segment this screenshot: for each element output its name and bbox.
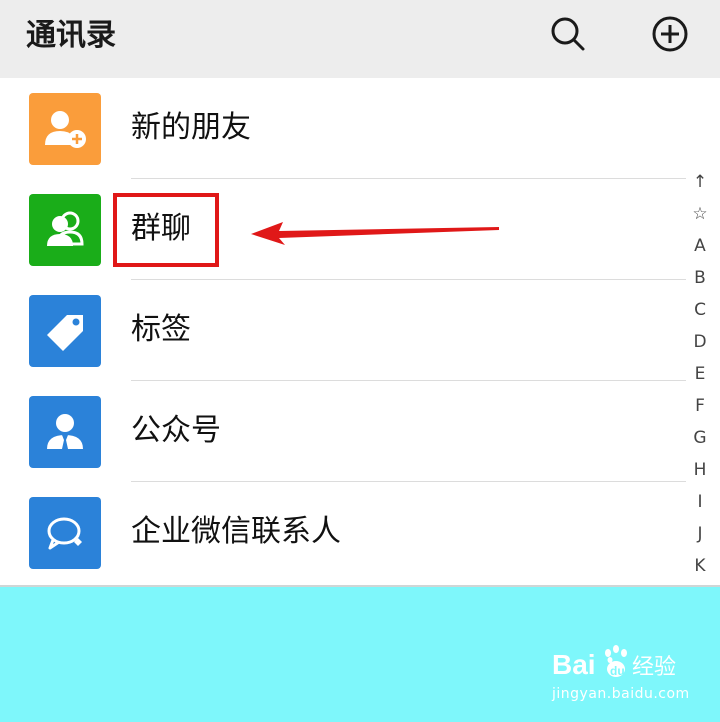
highlight-box [113, 193, 219, 267]
index-item-c[interactable]: C [686, 294, 714, 326]
group-chat-icon [29, 194, 101, 266]
index-item-j[interactable]: J [686, 518, 714, 550]
plus-circle-icon [652, 16, 688, 52]
menu-item-wecom-contacts[interactable]: 企业微信联系人 [0, 482, 686, 583]
baidu-jingyan-logo: Bai du 经验 [552, 645, 676, 680]
menu-item-label: 公众号 [131, 413, 221, 448]
contacts-menu-list: 新的朋友 群聊 标签 公众号 企业微信联系人 [0, 78, 720, 583]
svg-text:经验: 经验 [632, 655, 676, 680]
page-title: 通讯录 [26, 18, 116, 53]
menu-item-official-accounts[interactable]: 公众号 [0, 381, 686, 482]
menu-item-tags[interactable]: 标签 [0, 280, 686, 381]
watermark-url: jingyan.baidu.com [552, 686, 690, 702]
add-button[interactable] [651, 15, 689, 53]
work-chat-icon [29, 497, 101, 569]
index-item-k[interactable]: K [686, 550, 714, 582]
index-item-i[interactable]: I [686, 486, 714, 518]
svg-text:Bai: Bai [552, 649, 596, 680]
index-item-h[interactable]: H [686, 454, 714, 486]
tag-icon [29, 295, 101, 367]
index-item-e[interactable]: E [686, 358, 714, 390]
search-icon [551, 17, 585, 51]
index-item-a[interactable]: A [686, 230, 714, 262]
index-item-d[interactable]: D [686, 326, 714, 358]
index-item-f[interactable]: F [686, 390, 714, 422]
svg-text:du: du [610, 664, 625, 678]
menu-item-label: 新的朋友 [131, 110, 251, 145]
menu-item-label: 标签 [131, 312, 191, 347]
official-account-icon [29, 396, 101, 468]
menu-item-new-friends[interactable]: 新的朋友 [0, 78, 686, 179]
index-item-starred[interactable]: ☆ [686, 198, 714, 230]
search-button[interactable] [549, 15, 587, 53]
annotation-arrow-icon [251, 222, 499, 245]
index-item-g[interactable]: G [686, 422, 714, 454]
header-bar: 通讯录 [0, 0, 720, 78]
index-item-top[interactable]: ↑ [686, 166, 714, 198]
add-friend-icon [29, 93, 101, 165]
menu-item-label: 企业微信联系人 [131, 514, 341, 549]
index-item-b[interactable]: B [686, 262, 714, 294]
alphabet-index-bar[interactable]: ↑ ☆ A B C D E F G H I J K [686, 166, 714, 582]
